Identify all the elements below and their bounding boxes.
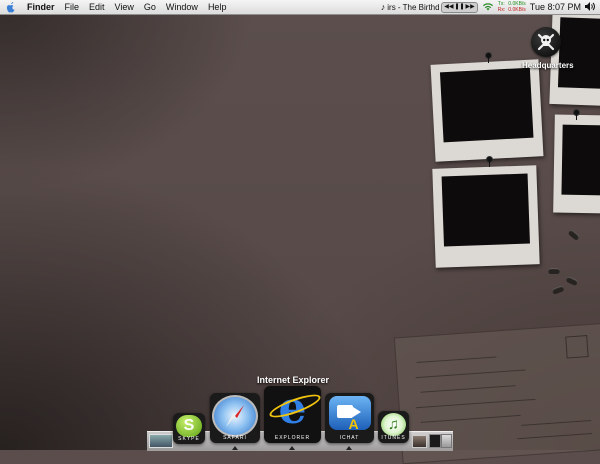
menu-bar: Finder File Edit View Go Window Help ♪ i… bbox=[0, 0, 600, 15]
polaroid-photo bbox=[553, 114, 600, 214]
network-monitor[interactable]: Tx: 0.0KB/s Rx: 0.0KB/s bbox=[498, 1, 526, 13]
previous-icon[interactable]: ◀◀ bbox=[444, 3, 453, 12]
now-playing-track: irs - The Birthd bbox=[387, 2, 440, 12]
dock-item-internet-explorer[interactable]: e EXPLORER bbox=[264, 386, 323, 443]
next-icon[interactable]: ▶▶ bbox=[466, 3, 475, 12]
dock-item-trash[interactable] bbox=[441, 434, 452, 448]
menu-finder[interactable]: Finder bbox=[22, 0, 60, 14]
playback-controls[interactable]: ◀◀ ❚❚ ▶▶ bbox=[441, 1, 478, 13]
now-playing[interactable]: ♪ irs - The Birthd ◀◀ ❚❚ ▶▶ bbox=[380, 1, 478, 13]
running-indicator bbox=[346, 446, 352, 450]
menu-help[interactable]: Help bbox=[203, 0, 232, 14]
dock-item-safari[interactable]: SAFARI bbox=[210, 393, 260, 443]
dock-item-preview[interactable] bbox=[149, 434, 173, 448]
paper-clip bbox=[548, 268, 560, 274]
dock-caption: ITUNES bbox=[381, 435, 406, 441]
polaroid-photo bbox=[432, 165, 540, 268]
menu-clock[interactable]: Tue 8:07 PM bbox=[530, 2, 581, 12]
menu-extras: ♪ irs - The Birthd ◀◀ ❚❚ ▶▶ Tx: 0.0KB/s … bbox=[381, 0, 596, 14]
pushpin bbox=[486, 53, 491, 63]
menu-go[interactable]: Go bbox=[139, 0, 161, 14]
volume-icon[interactable] bbox=[585, 1, 596, 13]
wifi-icon[interactable] bbox=[482, 2, 494, 13]
dock-item-stack[interactable] bbox=[412, 435, 427, 448]
dock-item-ichat[interactable]: A ICHAT bbox=[325, 393, 374, 443]
desktop-icon-headquarters[interactable]: Headquarters bbox=[522, 27, 574, 70]
ichat-icon: A bbox=[328, 396, 371, 432]
menu-window[interactable]: Window bbox=[161, 0, 203, 14]
skull-crossbones-icon bbox=[531, 27, 561, 57]
menu-view[interactable]: View bbox=[110, 0, 139, 14]
polaroid-photo bbox=[430, 59, 544, 162]
menu-edit[interactable]: Edit bbox=[84, 0, 110, 14]
stamp-icon bbox=[565, 335, 589, 359]
running-indicator bbox=[232, 446, 238, 450]
pushpin bbox=[487, 157, 492, 167]
dock-caption: ICHAT bbox=[339, 435, 360, 441]
skype-icon: S bbox=[176, 415, 202, 437]
safari-compass-icon bbox=[212, 395, 258, 437]
desktop-icon-label: Headquarters bbox=[522, 61, 574, 70]
running-indicator bbox=[289, 446, 295, 450]
rx-label: Rx: bbox=[497, 7, 506, 13]
dock-caption: SAFARI bbox=[223, 435, 247, 441]
pushpin bbox=[574, 110, 579, 120]
dock-item-itunes[interactable]: ♫ ITUNES bbox=[378, 411, 409, 443]
dock-caption: EXPLORER bbox=[274, 435, 311, 441]
menu-file[interactable]: File bbox=[60, 0, 85, 14]
apple-icon[interactable] bbox=[0, 1, 22, 13]
pause-icon[interactable]: ❚❚ bbox=[454, 3, 464, 12]
internet-explorer-icon: e bbox=[266, 387, 323, 431]
dock-caption: SKYPE bbox=[178, 436, 200, 442]
rx-value: 0.0KB/s bbox=[508, 7, 526, 13]
music-note-icon: ♪ bbox=[380, 2, 386, 12]
itunes-icon: ♫ bbox=[381, 413, 406, 436]
dock-item-skype[interactable]: S SKYPE bbox=[173, 413, 205, 444]
dock-item-window[interactable] bbox=[429, 434, 441, 448]
